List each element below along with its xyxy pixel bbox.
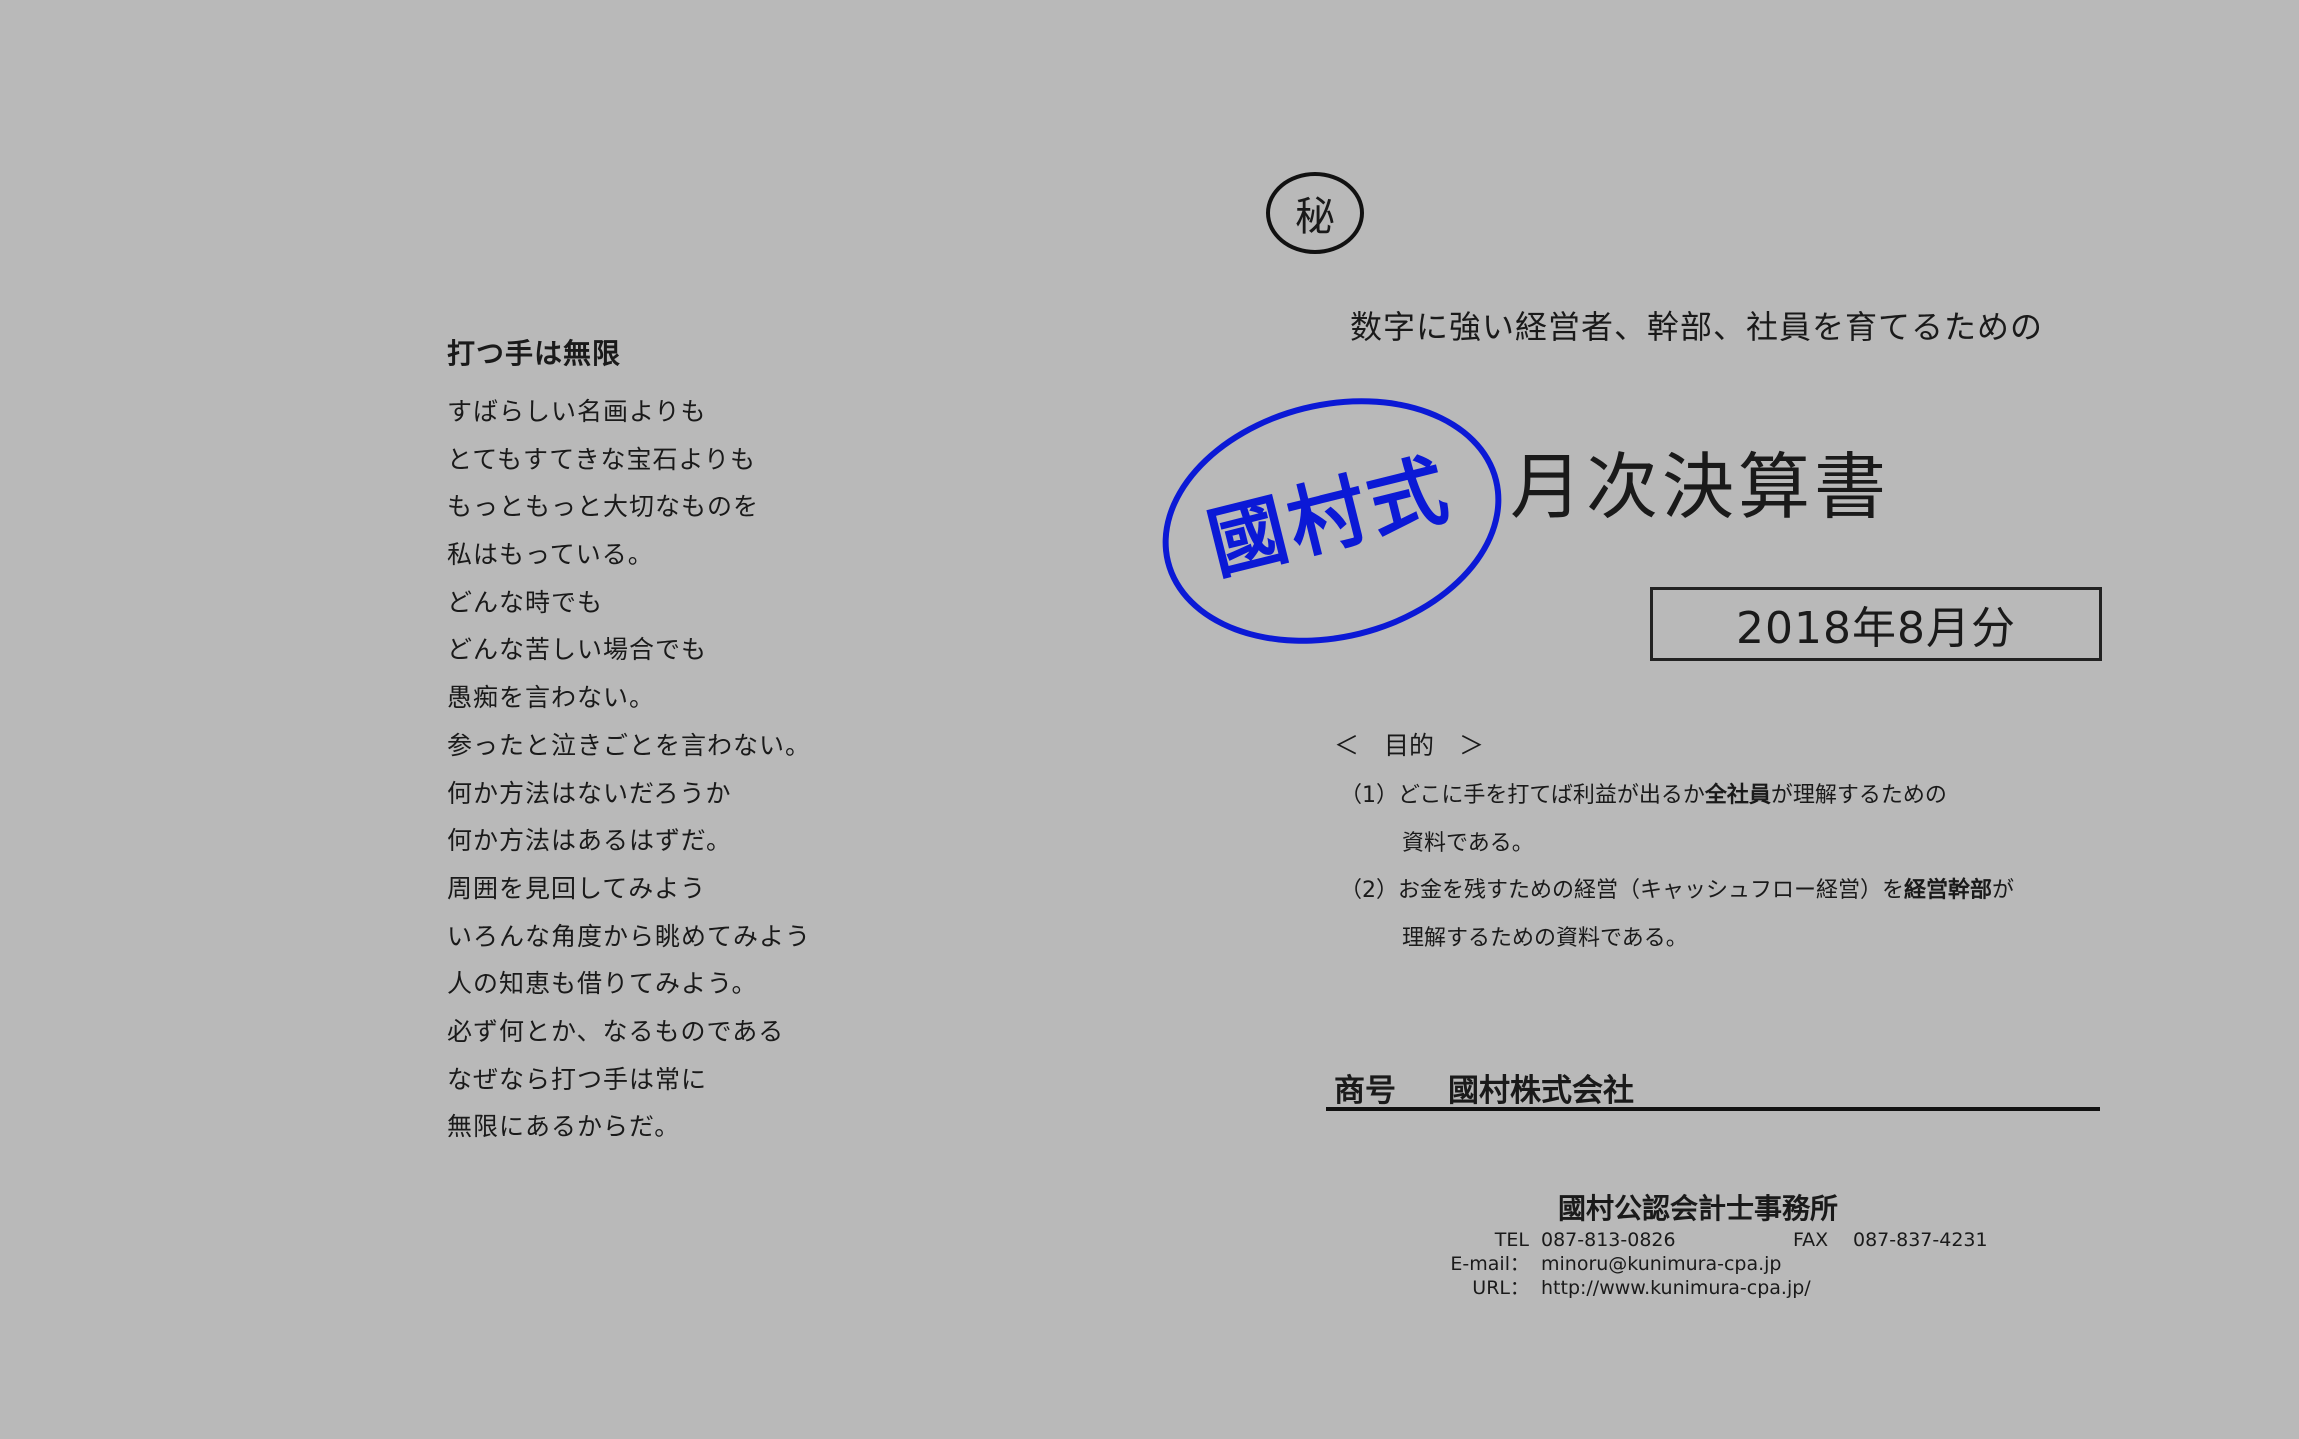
poem-line: もっともっと大切なものを — [447, 492, 760, 522]
poem-line: 周囲を見回してみよう — [447, 873, 707, 903]
purpose-heading: ＜ 目的 ＞ — [1334, 731, 1485, 760]
company-name: 國村株式会社 — [1448, 1073, 1634, 1109]
confidential-mark: 秘 — [1266, 172, 1364, 254]
period-label: 2018年8月分 — [1736, 603, 2016, 654]
poem-line: どんな苦しい場合でも — [447, 635, 708, 665]
poem-line: いろんな角度から眺めてみよう — [447, 921, 812, 951]
cover-subtitle: 数字に強い経営者、幹部、社員を育てるための — [1350, 308, 2044, 346]
purpose-item-1-cont: 資料である。 — [1402, 830, 1534, 856]
document-title: 月次決算書 — [1510, 445, 1891, 529]
poem-lines: すばらしい名画よりも とてもすてきな宝石よりも もっともっと大切なものを 私はも… — [447, 388, 811, 1151]
purpose-item-2-cont: 理解するための資料である。 — [1402, 925, 1688, 951]
contact-phone-row: TEL 087-813-0826 FAX 087-837-4231 — [1445, 1228, 1988, 1252]
url-value[interactable]: http://www.kunimura-cpa.jp/ — [1541, 1276, 1811, 1300]
poem-line: すばらしい名画よりも — [447, 397, 707, 426]
poem-line: 愚痴を言わない。 — [447, 683, 656, 713]
purpose-item-2: （2）お金を残すための経営（キャッシュフロー経営）を経営幹部が — [1340, 878, 2015, 903]
brochure-spread: 打つ手は無限 すばらしい名画よりも とてもすてきな宝石よりも もっともっと大切な… — [0, 0, 2299, 1439]
poem-line: 参ったと泣きごとを言わない。 — [447, 730, 812, 760]
contact-url-row: URL： http://www.kunimura-cpa.jp/ — [1445, 1276, 1988, 1300]
poem-line: 私はもっている。 — [447, 540, 654, 570]
poem-line: 無限にあるからだ。 — [447, 1112, 681, 1142]
company-label: 商号 — [1334, 1073, 1396, 1109]
poem-line: とてもすてきな宝石よりも — [447, 444, 757, 474]
poem-title: 打つ手は無限 — [447, 337, 622, 370]
contact-email-row: E-mail： minoru@kunimura-cpa.jp — [1445, 1252, 1988, 1276]
poem-line: どんな時でも — [447, 587, 604, 617]
company-underline — [1326, 1107, 2100, 1111]
tel-label: TEL — [1494, 1229, 1529, 1251]
purpose-list: （1）どこに手を打てば利益が出るか全社員が理解するための 資料である。 （2）お… — [1340, 772, 2014, 962]
email-label: E-mail： — [1450, 1253, 1529, 1275]
poem-line: 何か方法はあるはずだ。 — [447, 826, 733, 856]
office-contact: TEL 087-813-0826 FAX 087-837-4231 E-mail… — [1445, 1228, 1988, 1300]
tel-value: 087-813-0826 — [1541, 1229, 1676, 1251]
company-line: 商号 國村株式会社 — [1334, 1065, 1634, 1110]
fax-label: FAX — [1793, 1229, 1829, 1251]
period-box: 2018年8月分 — [1650, 587, 2102, 661]
poem-line: 何か方法はないだろうか — [447, 778, 732, 808]
poem-line: 人の知恵も借りてみよう。 — [447, 969, 758, 999]
poem-line: 必ず何とか、なるものである — [447, 1016, 785, 1046]
office-name: 國村公認会計士事務所 — [1558, 1192, 1839, 1225]
email-value[interactable]: minoru@kunimura-cpa.jp — [1541, 1252, 1781, 1276]
poem-line: なぜなら打つ手は常に — [447, 1064, 708, 1094]
url-label: URL： — [1472, 1277, 1529, 1299]
purpose-item-1: （1）どこに手を打てば利益が出るか全社員が理解するための — [1340, 783, 1947, 808]
fax-value: 087-837-4231 — [1853, 1229, 1988, 1251]
